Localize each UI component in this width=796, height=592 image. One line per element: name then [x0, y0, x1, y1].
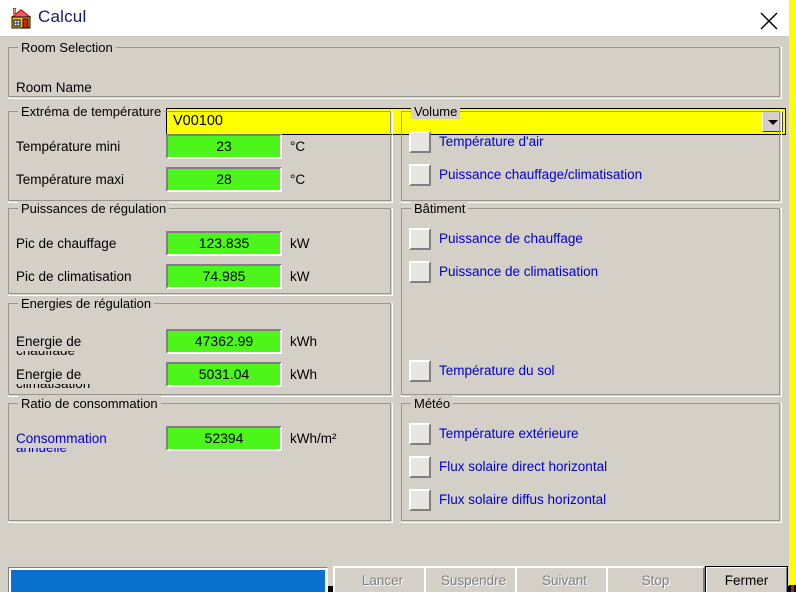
suivant-button[interactable]: Suivant — [515, 566, 614, 592]
peak-cooling-label: Pic de climatisation — [16, 269, 132, 284]
heating-energy-unit: kWh — [290, 334, 317, 349]
checkbox-diffuse-solar-flux-label: Flux solaire diffus horizontal — [439, 492, 606, 507]
checkbox-ground-temperature[interactable] — [409, 360, 431, 382]
temperature-maxi-value: 28 — [166, 167, 282, 192]
checkbox-building-cooling-power-label: Puissance de climatisation — [439, 264, 598, 279]
room-name-label: Room Name — [16, 80, 92, 95]
group-consumption-ratio-title: Ratio de consommation — [18, 396, 161, 411]
temperature-mini-unit: °C — [290, 139, 305, 154]
progress-bar — [8, 567, 328, 592]
cooling-energy-label-line2: climatisation — [16, 384, 156, 388]
fermer-button[interactable]: Fermer — [705, 566, 788, 592]
cooling-energy-unit: kWh — [290, 367, 317, 382]
group-volume-title: Volume — [411, 104, 460, 119]
window-title: Calcul — [38, 7, 86, 27]
temperature-mini-label: Température mini — [16, 139, 120, 154]
consumption-value: 52394 — [166, 426, 282, 451]
progress-bar-fill — [11, 570, 325, 592]
peak-heating-label: Pic de chauffage — [16, 236, 116, 251]
calcul-dialog: Calcul Room Selection Room Name V00100 E — [0, 0, 789, 586]
cooling-energy-value: 5031.04 — [166, 362, 282, 387]
checkbox-outside-temperature-label: Température extérieure — [439, 426, 579, 441]
group-consumption-ratio: Ratio de consommation — [8, 403, 393, 523]
temperature-mini-value: 23 — [166, 134, 282, 159]
house-icon — [10, 7, 32, 29]
peak-heating-value: 123.835 — [166, 231, 282, 256]
temperature-maxi-unit: °C — [290, 172, 305, 187]
checkbox-diffuse-solar-flux[interactable] — [409, 489, 431, 511]
group-building-title: Bâtiment — [411, 201, 468, 216]
title-bar: Calcul — [0, 0, 789, 37]
checkbox-building-heating-power[interactable] — [409, 228, 431, 250]
checkbox-outside-temperature[interactable] — [409, 423, 431, 445]
checkbox-direct-solar-flux[interactable] — [409, 456, 431, 478]
cooling-energy-label: Energie de — [16, 367, 81, 382]
group-temperature-extrema-title: Extréma de température — [18, 104, 164, 119]
close-icon[interactable] — [752, 6, 786, 32]
heating-energy-label-line2: chauffage — [16, 351, 156, 355]
dialog-client-area: Room Selection Room Name V00100 Extréma … — [0, 37, 789, 586]
group-room-selection: Room Selection — [8, 47, 782, 99]
checkbox-building-cooling-power[interactable] — [409, 261, 431, 283]
checkbox-heating-cooling-power[interactable] — [409, 164, 431, 186]
group-regulation-energy-title: Energies de régulation — [18, 296, 154, 311]
group-regulation-power-title: Puissances de régulation — [18, 201, 169, 216]
checkbox-direct-solar-flux-label: Flux solaire direct horizontal — [439, 459, 607, 474]
checkbox-air-temperature-label: Température d'air — [439, 134, 544, 149]
suspendre-button[interactable]: Suspendre — [424, 566, 523, 592]
group-room-selection-title: Room Selection — [18, 40, 116, 55]
stop-button[interactable]: Stop — [606, 566, 705, 592]
group-volume: Volume — [401, 111, 782, 203]
consumption-label-line2: annuelle — [16, 448, 136, 452]
background-window-right-edge — [789, 0, 796, 586]
checkbox-building-heating-power-label: Puissance de chauffage — [439, 231, 583, 246]
checkbox-air-temperature[interactable] — [409, 131, 431, 153]
consumption-unit: kWh/m² — [290, 431, 337, 446]
peak-cooling-value: 74.985 — [166, 264, 282, 289]
group-weather-title: Météo — [411, 396, 453, 411]
lancer-button[interactable]: Lancer — [333, 566, 432, 592]
heating-energy-value: 47362.99 — [166, 329, 282, 354]
heating-energy-label: Energie de — [16, 334, 81, 349]
screen: Calcul Room Selection Room Name V00100 E — [0, 0, 796, 592]
peak-heating-unit: kW — [290, 236, 310, 251]
checkbox-ground-temperature-label: Température du sol — [439, 363, 555, 378]
consumption-label: Consommation — [16, 431, 107, 446]
temperature-maxi-label: Température maxi — [16, 172, 124, 187]
peak-cooling-unit: kW — [290, 269, 310, 284]
checkbox-heating-cooling-power-label: Puissance chauffage/climatisation — [439, 167, 642, 182]
